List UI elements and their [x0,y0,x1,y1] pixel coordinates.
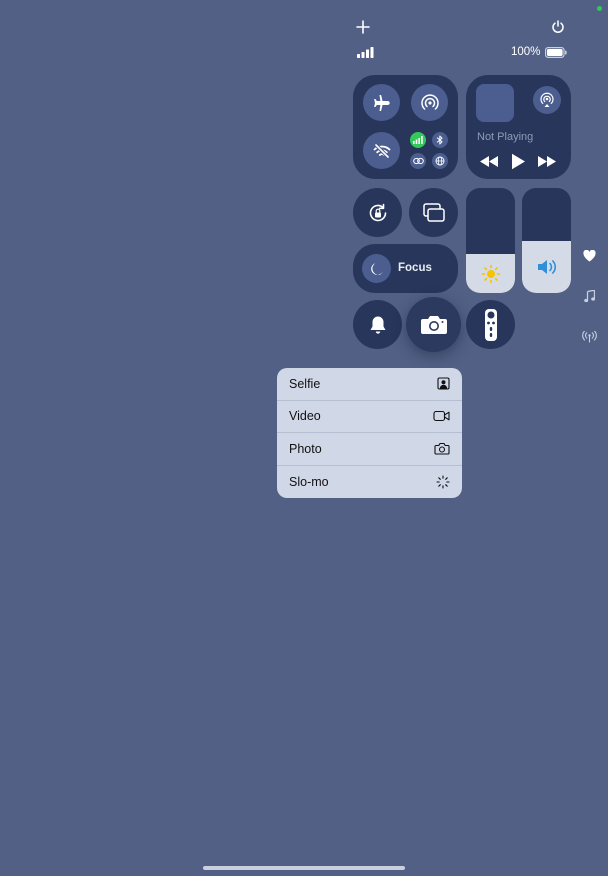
volume-slider[interactable] [522,188,571,293]
play-button[interactable] [511,153,526,170]
airdrop-toggle[interactable] [411,84,448,121]
brightness-slider[interactable] [466,188,515,293]
menu-item-label: Photo [289,441,322,456]
camera-button[interactable] [406,297,461,352]
home-indicator[interactable] [203,866,405,870]
vpn-toggle[interactable] [410,153,426,169]
slo-mo-icon [436,475,450,489]
fast-forward-button[interactable] [538,156,556,167]
bluetooth-toggle[interactable] [432,132,448,148]
rotation-lock-icon [369,203,386,221]
airplane-icon [373,94,390,111]
airplane-mode-toggle[interactable] [363,84,400,121]
screen-mirroring-button[interactable] [409,188,458,237]
connectivity-page-indicator[interactable] [582,331,597,343]
battery-icon [545,47,567,58]
bluetooth-icon [436,135,443,145]
album-artwork [476,84,514,122]
airplay-audio-icon [540,92,554,107]
moon-icon [370,262,383,275]
antenna-icon [582,331,597,343]
focus-label: Focus [398,262,432,274]
menu-item-label: Slo-mo [289,474,329,489]
focus-icon-circle [362,254,391,283]
remote-icon [484,308,497,341]
music-page-indicator[interactable] [584,290,595,303]
silent-mode-toggle[interactable] [353,300,402,349]
power-icon [552,20,564,33]
menu-item-slo-mo[interactable]: Slo-mo [277,466,462,499]
play-icon [512,153,525,170]
rotation-lock-toggle[interactable] [353,188,402,237]
airplay-button[interactable] [533,86,561,114]
globe-icon [435,156,445,166]
volume-slider-fill [522,240,571,293]
wifi-off-icon [373,143,390,158]
sun-icon [481,264,500,283]
rewind-icon [480,156,498,167]
selfie-icon [437,377,450,390]
focus-button[interactable]: Focus [353,244,458,293]
signal-strength-icon [357,47,375,58]
airdrop-icon [420,93,439,110]
bell-icon [370,316,385,334]
add-control-button[interactable] [356,20,370,34]
speaker-icon [537,259,556,274]
rewind-button[interactable] [480,156,498,167]
privacy-indicator-dot [597,6,602,11]
video-camera-icon [433,411,450,422]
cellular-icon [413,136,423,144]
cellular-data-toggle[interactable] [410,132,426,148]
menu-item-photo[interactable]: Photo [277,433,462,466]
link-icon [412,157,424,165]
now-playing-label: Not Playing [477,131,534,143]
screen-mirroring-icon [422,202,445,222]
menu-item-video[interactable]: Video [277,401,462,433]
plus-icon [356,20,370,34]
network-toggle[interactable] [432,153,448,169]
camera-icon [420,315,447,334]
wifi-toggle[interactable] [363,132,400,169]
menu-item-selfie[interactable]: Selfie [277,368,462,401]
brightness-slider-fill [466,254,515,293]
remote-button[interactable] [466,300,515,349]
menu-item-label: Video [289,409,321,424]
power-button[interactable] [551,20,565,34]
music-note-icon [584,290,595,303]
heart-icon [583,250,596,262]
camera-mode-menu: Selfie Video Photo Slo-mo [277,368,462,498]
home-controls-page-indicator[interactable] [583,250,596,262]
camera-icon [434,443,450,455]
menu-item-label: Selfie [289,376,321,391]
battery-percent: 100% [511,46,541,58]
fast-forward-icon [538,156,556,167]
